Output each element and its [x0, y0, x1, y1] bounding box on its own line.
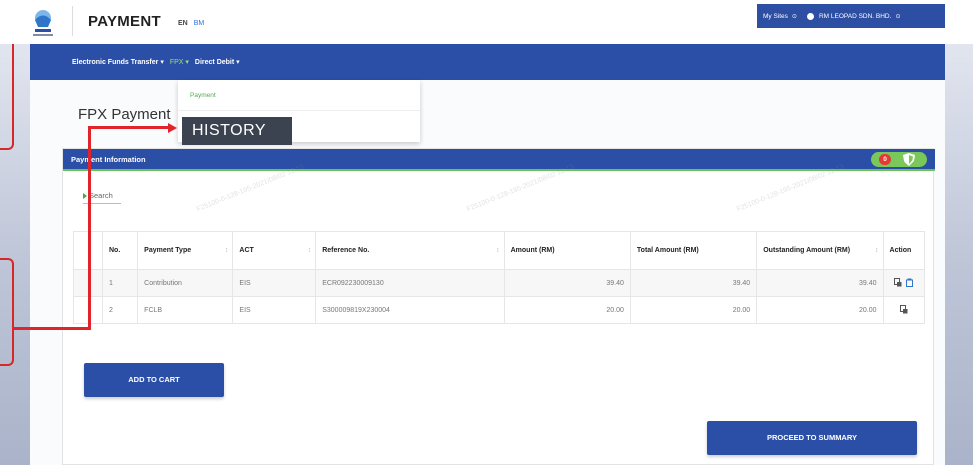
payment-table: No. Payment Type ACT Reference No. Amoun…	[73, 231, 926, 324]
watermark: F25100-0-128-195-2021/08/02 12:13	[465, 163, 575, 214]
site-user-bar: My Sites ⊙ RM LEOPAD SDN. BHD. ⊙	[757, 4, 945, 28]
cell-act: EIS	[232, 269, 317, 297]
table-row: 1 Contribution EIS ECR092230009130 39.40…	[73, 269, 926, 297]
annotation-arrow-icon	[168, 123, 177, 133]
dropdown-divider	[178, 110, 420, 111]
left-side-frame-bottom	[0, 258, 14, 366]
column-header-act[interactable]: ACT	[232, 231, 317, 270]
cell-amount: 20.00	[503, 296, 631, 324]
column-header-outstanding[interactable]: Outstanding Amount (RM)	[756, 231, 884, 270]
cell-outstanding: 20.00	[756, 296, 884, 324]
cell-no: 2	[101, 296, 139, 324]
app-title: PAYMENT	[88, 13, 161, 30]
perkeso-logo-icon	[33, 10, 53, 36]
annotation-line	[88, 126, 91, 330]
table-header-row: No. Payment Type ACT Reference No. Amoun…	[73, 231, 926, 270]
watermark: F25100-0-128-195-2021/08/02 12:13	[735, 163, 845, 214]
chevron-down-icon[interactable]: ⊙	[792, 13, 797, 20]
cell-reference: S300009819X230004	[315, 296, 505, 324]
cell-outstanding: 39.40	[756, 269, 884, 297]
dropdown-item-payment[interactable]: Payment	[190, 92, 216, 99]
cell-act: EIS	[232, 296, 317, 324]
trash-icon[interactable]	[906, 278, 914, 287]
panel-title: Payment Information	[71, 155, 146, 164]
page-title: FPX Payment	[78, 106, 171, 123]
main-nav: Electronic Funds Transfer ▾ FPX ▾ Direct…	[30, 44, 945, 80]
column-header-reference[interactable]: Reference No.	[315, 231, 505, 270]
cell-payment-type: FCLB	[137, 296, 234, 324]
cell-total-amount: 39.40	[629, 269, 758, 297]
cell-action	[882, 269, 926, 297]
left-side-frame-top	[0, 38, 14, 150]
column-header-payment-type[interactable]: Payment Type	[137, 231, 234, 270]
watermark: F25100-0-128-195-2021/08/02 12:13	[195, 163, 305, 214]
nav-item-fpx[interactable]: FPX ▾	[170, 58, 189, 66]
cell-action	[882, 296, 926, 324]
column-header-no[interactable]: No.	[101, 231, 139, 270]
notification-badge[interactable]: 0	[879, 154, 891, 165]
lang-bm-link[interactable]: BM	[194, 20, 205, 27]
column-header-action: Action	[882, 231, 926, 270]
annotation-line	[88, 126, 170, 129]
proceed-to-summary-button[interactable]: PROCEED TO SUMMARY	[707, 421, 917, 455]
add-cart-icon[interactable]	[899, 304, 908, 314]
my-sites-menu[interactable]: My Sites	[763, 13, 788, 20]
column-header-amount[interactable]: Amount (RM)	[503, 231, 631, 270]
payment-info-panel: Payment Information 0 Search F25100-0-12…	[62, 148, 935, 465]
search-label: Search	[89, 191, 113, 200]
panel-header: Payment Information 0	[63, 149, 935, 171]
cell-no: 1	[101, 269, 139, 297]
chevron-down-icon[interactable]: ⊙	[895, 13, 900, 20]
top-header: PAYMENT EN BM My Sites ⊙ RM LEOPAD SDN. …	[0, 0, 973, 44]
cell-total-amount: 20.00	[629, 296, 758, 324]
history-callout: HISTORY	[182, 117, 292, 145]
shield-icon[interactable]	[903, 153, 915, 166]
nav-menu: Electronic Funds Transfer ▾ FPX ▾ Direct…	[72, 58, 240, 66]
nav-item-eft[interactable]: Electronic Funds Transfer ▾	[72, 58, 164, 66]
column-header-total-amount[interactable]: Total Amount (RM)	[629, 231, 758, 270]
cell-amount: 39.40	[503, 269, 631, 297]
cell-reference: ECR092230009130	[315, 269, 505, 297]
add-to-cart-button[interactable]: ADD TO CART	[84, 363, 224, 397]
cell-payment-type: Contribution	[137, 269, 234, 297]
header-separator	[72, 6, 73, 36]
company-name[interactable]: RM LEOPAD SDN. BHD.	[819, 13, 891, 20]
expand-arrow-icon	[83, 193, 87, 200]
annotation-line	[12, 327, 91, 330]
add-cart-icon[interactable]	[894, 277, 902, 287]
lang-en-link[interactable]: EN	[178, 20, 188, 27]
language-switcher: EN BM	[178, 20, 204, 27]
table-row: 2 FCLB EIS S300009819X230004 20.00 20.00…	[73, 296, 926, 324]
nav-item-direct-debit[interactable]: Direct Debit ▾	[195, 58, 240, 66]
user-avatar-icon	[806, 12, 814, 20]
